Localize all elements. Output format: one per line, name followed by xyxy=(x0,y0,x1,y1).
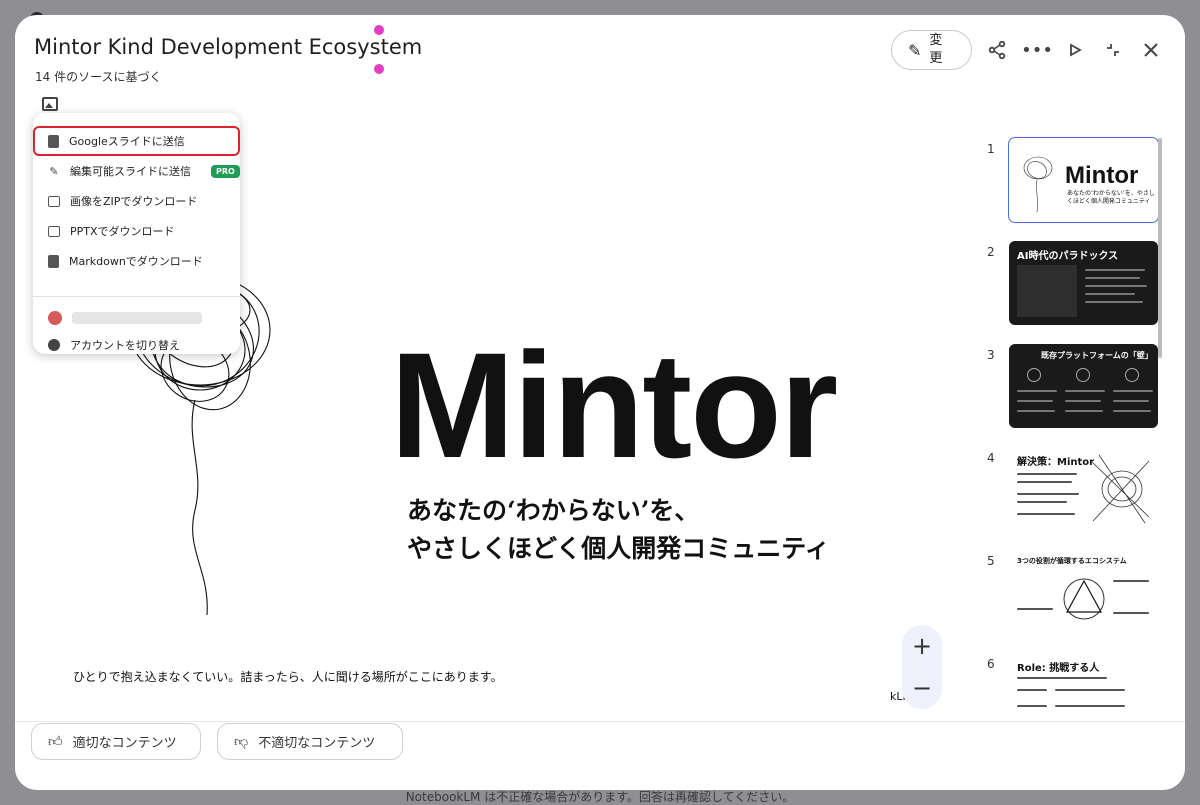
image-icon xyxy=(42,97,58,111)
cursor-marker xyxy=(374,25,384,35)
tagline-line-2: やさしくほどく個人開発コミュニティ xyxy=(407,534,830,563)
slide-title: Mintor xyxy=(390,321,838,489)
menu-item-label: Googleスライドに送信 xyxy=(69,135,185,148)
slides-icon xyxy=(48,134,59,148)
cursor-marker xyxy=(374,64,384,74)
bad-content-button[interactable]: 👎︎ 不適切なコンテンツ xyxy=(217,723,403,760)
menu-item-google-slides[interactable]: Googleスライドに送信 xyxy=(33,126,240,156)
thumb-number: 6 xyxy=(987,657,995,671)
avatar xyxy=(48,311,62,325)
page-title: Mintor Kind Development Ecosystem xyxy=(34,35,423,59)
menu-item-switch-account[interactable]: アカウントを切り替え xyxy=(33,334,240,356)
good-content-label: 適切なコンテンツ xyxy=(72,736,177,751)
image-icon xyxy=(48,195,60,207)
zoom-in-button[interactable]: + xyxy=(912,632,932,660)
play-icon[interactable] xyxy=(1063,38,1087,62)
disclaimer: NotebookLM は不正確な場合があります。回答は再確認してください。 xyxy=(405,790,795,804)
thumb-title: 既存プラットフォームの「壁」 xyxy=(1041,351,1153,360)
thumbnail-1[interactable]: Mintor あなたの‘わからない’を、やさしくほどく個人開発コミュニティ xyxy=(1008,137,1159,223)
collapse-icon[interactable] xyxy=(1101,38,1125,62)
thumbnail-3[interactable]: 既存プラットフォームの「壁」 xyxy=(1009,344,1158,428)
menu-item-label: 画像をZIPでダウンロード xyxy=(70,195,198,208)
pencil-icon: ✎ xyxy=(49,164,59,178)
thumb-photo xyxy=(1017,265,1077,317)
account-name-redacted xyxy=(72,312,202,324)
good-content-button[interactable]: 👍︎ 適切なコンテンツ xyxy=(31,723,201,760)
share-icon[interactable] xyxy=(985,38,1009,62)
bad-content-label: 不適切なコンテンツ xyxy=(258,736,376,751)
thumb-title: 3つの役割が循環するエコシステム xyxy=(1017,557,1127,565)
cycle-diagram xyxy=(1063,578,1105,620)
slide-tagline: あなたの‘わからない’を、 やさしくほどく個人開発コミュニティ xyxy=(407,492,830,568)
close-icon[interactable] xyxy=(1139,38,1163,62)
edit-label: 変更 xyxy=(929,33,943,66)
image-export-button[interactable] xyxy=(39,93,61,115)
thumbnail-4[interactable]: 解決策：Mintor xyxy=(1009,447,1158,531)
document-icon xyxy=(48,254,59,268)
tagline-line-1: あなたの‘わからない’を、 xyxy=(407,496,700,525)
pro-badge: PRO xyxy=(211,164,240,178)
source-count: 14 件のソースに基づく xyxy=(35,70,162,84)
zoom-controls: + − xyxy=(902,625,942,709)
pencil-icon: ✎ xyxy=(908,40,922,60)
menu-account-row[interactable] xyxy=(33,303,240,333)
export-menu: Googleスライドに送信 ✎ 編集可能スライドに送信 PRO 画像をZIPでダ… xyxy=(33,113,240,354)
menu-item-label: PPTXでダウンロード xyxy=(70,225,175,238)
thumbnail-panel: 1 Mintor あなたの‘わからない’を、やさしくほどく個人開発コミュニティ … xyxy=(985,135,1165,720)
thumb-title: Role: 挑戦する人 xyxy=(1017,663,1100,674)
thumb-title: 解決策：Mintor xyxy=(1017,457,1095,468)
thumbnail-scrollbar[interactable] xyxy=(1158,138,1162,358)
menu-item-editable-slides[interactable]: ✎ 編集可能スライドに送信 PRO xyxy=(33,156,240,186)
menu-item-label: Markdownでダウンロード xyxy=(69,255,203,268)
thumb-number: 5 xyxy=(987,554,995,568)
divider xyxy=(15,721,1185,722)
thumb-title: AI時代のパラドックス xyxy=(1017,251,1119,262)
thumb-number: 4 xyxy=(987,451,995,465)
slide-viewer-dialog: Mintor Kind Development Ecosystem 14 件のソ… xyxy=(15,15,1185,790)
zoom-out-button[interactable]: − xyxy=(912,674,932,702)
account-icon xyxy=(48,339,60,351)
pptx-icon xyxy=(48,225,60,237)
menu-divider xyxy=(33,296,240,297)
more-icon[interactable]: ••• xyxy=(1021,38,1053,62)
thumb-number: 3 xyxy=(987,348,995,362)
thumbnail-2[interactable]: AI時代のパラドックス xyxy=(1009,241,1158,325)
scribble-thumb xyxy=(1023,156,1053,213)
thumb-number: 1 xyxy=(987,142,995,156)
menu-item-markdown-download[interactable]: Markdownでダウンロード xyxy=(33,246,240,276)
edit-button[interactable]: ✎ 変更 xyxy=(891,30,972,70)
scribble-thumb xyxy=(1090,454,1150,524)
thumb-subtitle: あなたの‘わからない’を、やさしくほどく個人開発コミュニティ xyxy=(1067,190,1155,205)
menu-item-pptx-download[interactable]: PPTXでダウンロード xyxy=(33,216,240,246)
thumbs-up-icon: 👍︎ xyxy=(48,734,63,750)
thumbs-down-icon: 👎︎ xyxy=(234,734,249,750)
menu-item-zip-download[interactable]: 画像をZIPでダウンロード xyxy=(33,186,240,216)
slide-footer-text: ひとりで抱え込まなくていい。詰まったら、人に聞ける場所がここにあります。 xyxy=(73,670,503,684)
thumb-number: 2 xyxy=(987,245,995,259)
thumbnail-6[interactable]: Role: 挑戦する人 xyxy=(1009,653,1158,720)
thumbnail-5[interactable]: 3つの役割が循環するエコシステム xyxy=(1009,550,1158,634)
menu-item-label: アカウントを切り替え xyxy=(70,339,180,352)
menu-item-label: 編集可能スライドに送信 xyxy=(70,165,191,178)
thumb-title: Mintor xyxy=(1065,162,1139,189)
